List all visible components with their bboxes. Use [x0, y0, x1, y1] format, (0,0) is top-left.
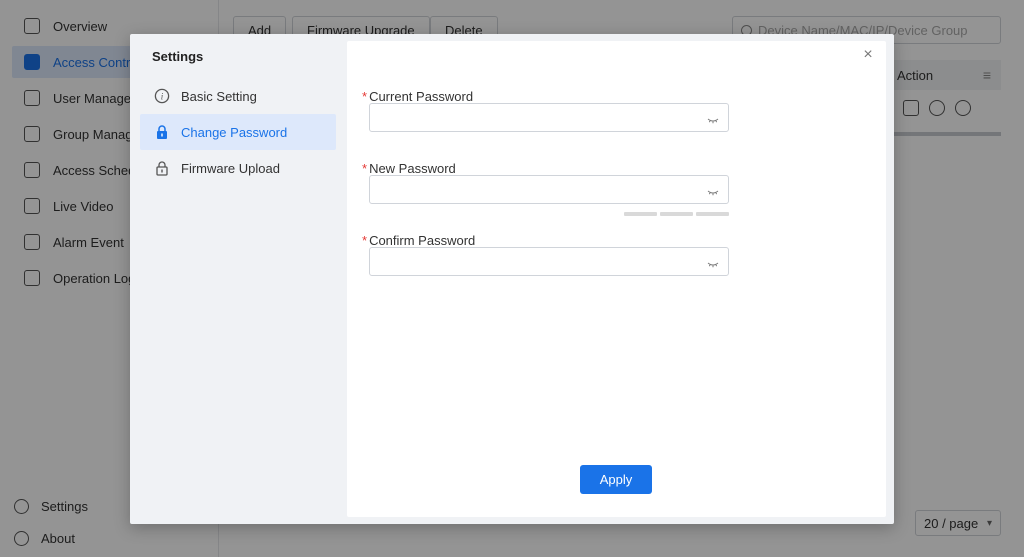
current-password-label: * Current Password: [362, 89, 473, 104]
menu-item-firmware-upload[interactable]: Firmware Upload: [140, 150, 336, 186]
confirm-password-input[interactable]: [369, 247, 729, 276]
apply-button[interactable]: Apply: [580, 465, 652, 494]
current-password-input[interactable]: [369, 103, 729, 132]
new-password-input[interactable]: [369, 175, 729, 204]
required-mark: *: [362, 161, 368, 176]
strength-bar: [696, 212, 729, 216]
new-password-label: * New Password: [362, 161, 456, 176]
svg-text:i: i: [161, 92, 164, 102]
menu-item-label: Basic Setting: [181, 88, 257, 104]
menu-item-label: Firmware Upload: [181, 160, 280, 176]
strength-bar: [624, 212, 657, 216]
eye-closed-icon[interactable]: [707, 185, 719, 196]
confirm-password-label-text: Confirm Password: [369, 233, 476, 248]
new-password-label-text: New Password: [369, 161, 456, 176]
required-mark: *: [362, 89, 368, 104]
settings-dialog: Settings i Basic Setting Change Password…: [130, 34, 894, 524]
required-mark: *: [362, 233, 368, 248]
lock-open-icon: [154, 160, 170, 176]
eye-closed-icon[interactable]: [707, 257, 719, 268]
lock-icon: [154, 124, 170, 140]
password-strength-meter: [624, 212, 729, 216]
menu-item-basic-setting[interactable]: i Basic Setting: [140, 78, 336, 114]
dialog-title: Settings: [152, 49, 204, 64]
info-icon: i: [154, 88, 170, 104]
change-password-panel: × * Current Password * New Password * Confi…: [347, 41, 886, 517]
strength-bar: [660, 212, 693, 216]
current-password-label-text: Current Password: [369, 89, 474, 104]
menu-item-label: Change Password: [181, 124, 288, 140]
confirm-password-label: * Confirm Password: [362, 233, 475, 248]
eye-closed-icon[interactable]: [707, 113, 719, 124]
close-icon[interactable]: ×: [860, 47, 876, 63]
menu-item-change-password[interactable]: Change Password: [140, 114, 336, 150]
